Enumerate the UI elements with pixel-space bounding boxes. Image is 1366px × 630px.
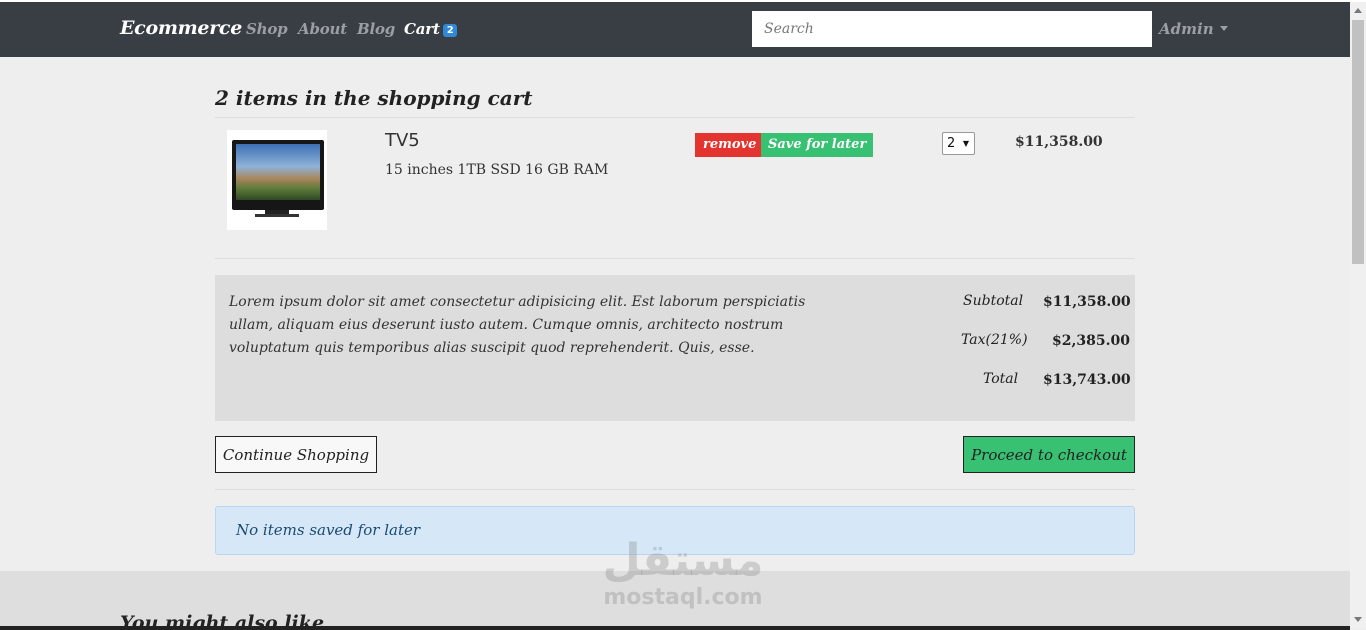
save-for-later-button[interactable]: Save for later bbox=[761, 133, 874, 157]
watermark-arabic: مستقل bbox=[602, 535, 764, 586]
select-arrow-icon: ▼ bbox=[962, 139, 969, 148]
cart-label: Cart bbox=[404, 20, 440, 38]
divider bbox=[215, 489, 1135, 490]
scrollbar[interactable] bbox=[1350, 2, 1366, 628]
tv-base bbox=[255, 214, 299, 217]
nav-link-shop[interactable]: Shop bbox=[246, 20, 288, 38]
search-input[interactable] bbox=[752, 11, 1152, 47]
quantity-value: 2 bbox=[947, 136, 956, 151]
cart-count-badge: 2 bbox=[442, 24, 458, 37]
scroll-thumb[interactable] bbox=[1352, 20, 1364, 264]
nav-link-cart[interactable]: Cart 2 bbox=[404, 20, 458, 38]
total-label: Total bbox=[983, 371, 1019, 387]
item-price: $11,358.00 bbox=[1015, 134, 1103, 150]
product-image[interactable] bbox=[227, 130, 327, 230]
subtotal-label: Subtotal bbox=[963, 293, 1024, 309]
product-details: 15 inches 1TB SSD 16 GB RAM bbox=[385, 162, 609, 178]
quantity-select[interactable]: 2 ▼ bbox=[942, 132, 975, 155]
summary-description: Lorem ipsum dolor sit amet consectetur a… bbox=[229, 294, 806, 356]
total-value: $13,743.00 bbox=[1043, 372, 1131, 388]
bottom-bar bbox=[0, 626, 1350, 630]
scroll-down-icon[interactable] bbox=[1354, 617, 1362, 622]
checkout-button[interactable]: Proceed to checkout bbox=[963, 436, 1135, 473]
navbar: Ecommerce Shop About Blog Cart2 Admin bbox=[0, 2, 1350, 57]
tv-screen bbox=[236, 144, 320, 200]
watermark-logo: مستقل mostaql.com bbox=[598, 535, 768, 609]
divider bbox=[215, 117, 1135, 118]
continue-shopping-button[interactable]: Continue Shopping bbox=[215, 436, 377, 473]
user-menu[interactable]: Admin bbox=[1159, 20, 1228, 38]
nav-link-about[interactable]: About bbox=[298, 20, 347, 38]
tv-icon bbox=[232, 140, 324, 210]
tax-label: Tax(21%) bbox=[961, 332, 1028, 348]
divider bbox=[215, 258, 1135, 259]
caret-down-icon bbox=[1219, 25, 1228, 31]
nav-link-blog[interactable]: Blog bbox=[357, 20, 395, 38]
brand-logo[interactable]: Ecommerce bbox=[120, 17, 242, 39]
subtotal-value: $11,358.00 bbox=[1043, 294, 1131, 310]
order-summary: Lorem ipsum dolor sit amet consectetur a… bbox=[215, 275, 1135, 421]
product-name[interactable]: TV5 bbox=[385, 130, 420, 151]
user-menu-label: Admin bbox=[1159, 20, 1214, 38]
scroll-up-icon[interactable] bbox=[1354, 8, 1362, 13]
watermark-latin: mostaql.com bbox=[603, 585, 763, 610]
cart-heading: 2 items in the shopping cart bbox=[215, 86, 533, 110]
remove-button[interactable]: remove bbox=[695, 133, 765, 157]
tax-value: $2,385.00 bbox=[1052, 333, 1130, 349]
